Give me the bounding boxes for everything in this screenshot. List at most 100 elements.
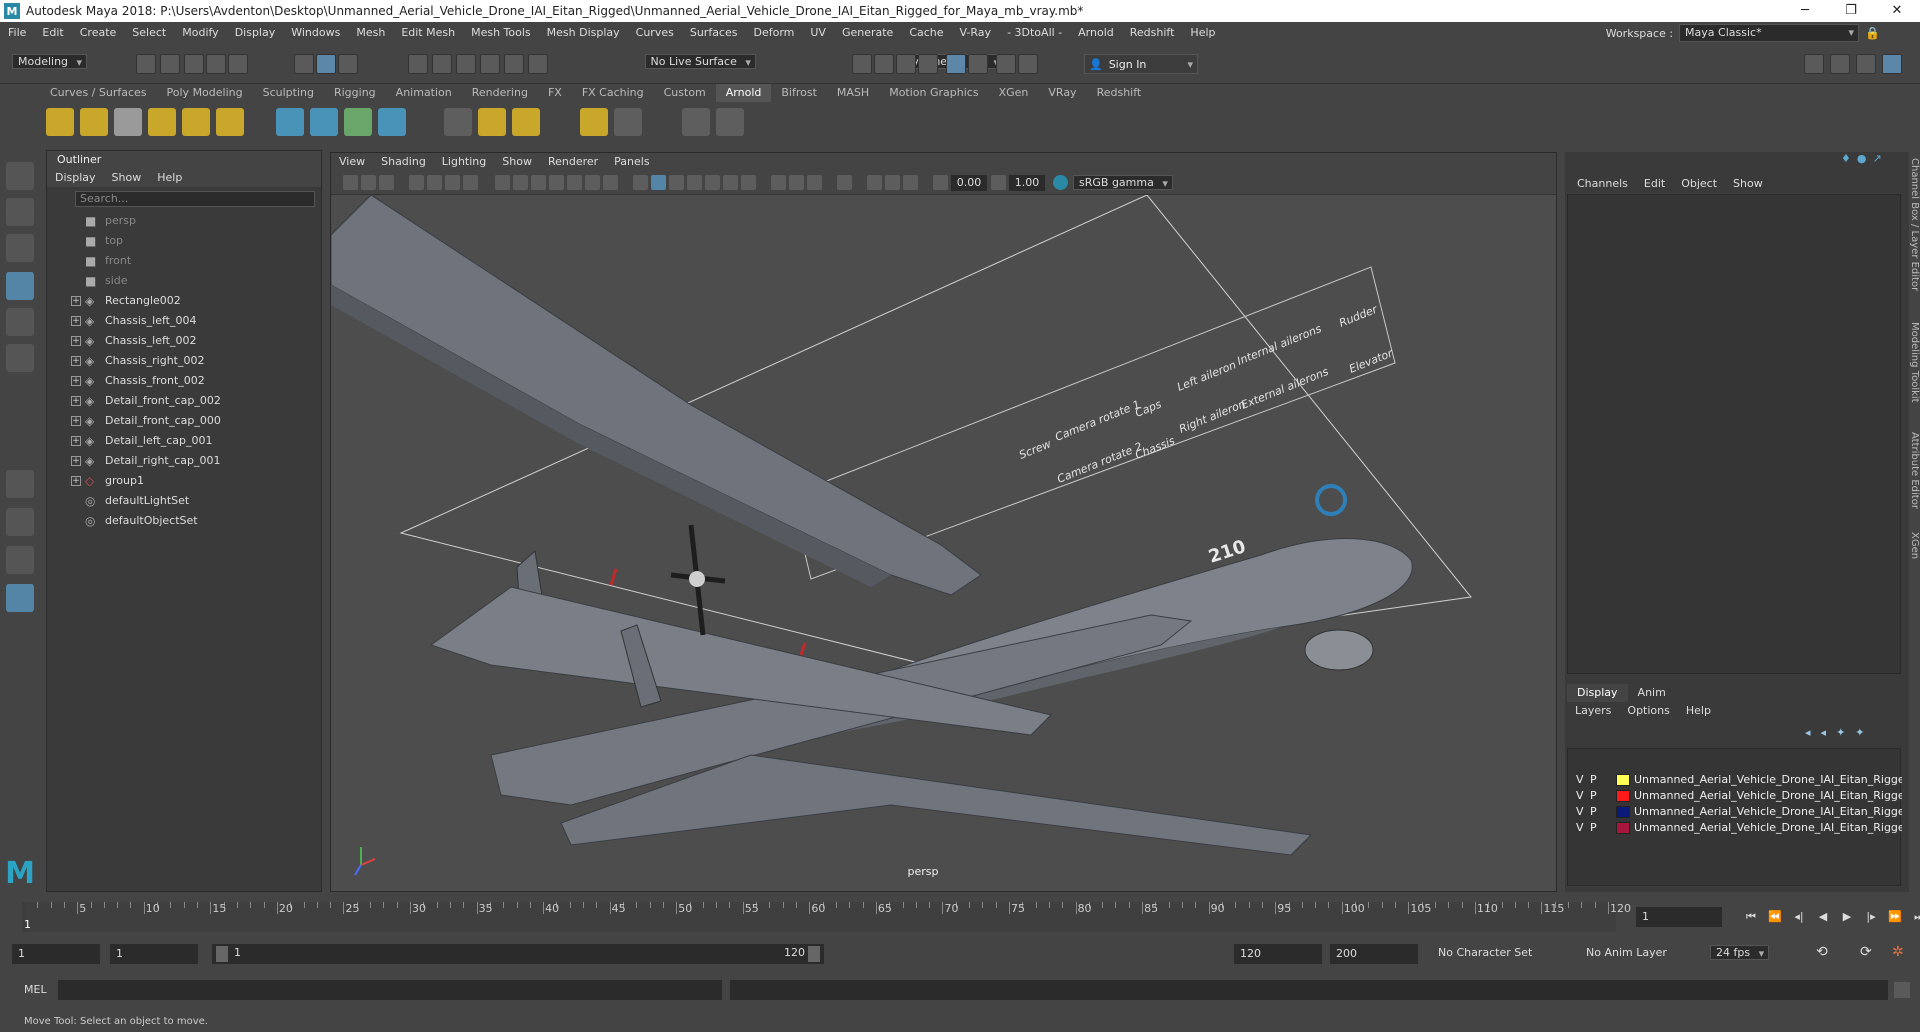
shelf-tab-poly-modeling[interactable]: Poly Modeling xyxy=(157,84,253,102)
shelf-tab-motion-graphics[interactable]: Motion Graphics xyxy=(879,84,988,102)
outliner-item-group1[interactable]: + ◇ group1 xyxy=(47,471,321,491)
outliner-item-detail-left-cap-001[interactable]: + ◈ Detail_left_cap_001 xyxy=(47,431,321,451)
menu-mesh[interactable]: Mesh xyxy=(348,22,393,44)
outliner-menu-display[interactable]: Display xyxy=(47,169,104,187)
layer-color-swatch[interactable] xyxy=(1616,806,1630,818)
shelf-tab-curves-surfaces[interactable]: Curves / Surfaces xyxy=(40,84,157,102)
close-button[interactable]: ✕ xyxy=(1874,0,1920,22)
shelf-tab-xgen[interactable]: XGen xyxy=(989,84,1039,102)
viewport-menu-show[interactable]: Show xyxy=(494,153,540,171)
select-component-icon[interactable] xyxy=(338,54,358,74)
snap-history-icon[interactable] xyxy=(528,54,548,74)
outliner-item-front[interactable]: ■ front xyxy=(47,251,321,271)
create-volume-icon[interactable] xyxy=(378,108,406,136)
save-scene-icon[interactable] xyxy=(184,54,204,74)
select-object-icon[interactable] xyxy=(316,54,336,74)
pause-icon[interactable] xyxy=(1018,54,1038,74)
toggle-channel-box-icon[interactable] xyxy=(1882,54,1902,74)
tab-display[interactable]: Display xyxy=(1567,684,1628,702)
safe-action-icon[interactable] xyxy=(585,175,600,190)
move-layer-down-icon[interactable]: ◂ xyxy=(1821,726,1827,740)
anim-prefs-icon[interactable]: ✲ xyxy=(1892,944,1904,960)
layer-menu-options[interactable]: Options xyxy=(1619,702,1677,720)
shelf-tab-vray[interactable]: VRay xyxy=(1038,84,1086,102)
grid-icon[interactable] xyxy=(495,175,510,190)
outliner-item-chassis-left-004[interactable]: + ◈ Chassis_left_004 xyxy=(47,311,321,331)
render-view-eye-icon[interactable] xyxy=(682,108,710,136)
menu-edit-mesh[interactable]: Edit Mesh xyxy=(393,22,463,44)
view-transform-dropdown[interactable]: sRGB gamma xyxy=(1073,175,1173,190)
skydome-light-icon[interactable] xyxy=(148,108,176,136)
render-frame-icon[interactable] xyxy=(874,54,894,74)
layer-menu-layers[interactable]: Layers xyxy=(1567,702,1619,720)
two-view-layout-icon[interactable] xyxy=(6,546,34,574)
flush-all-icon[interactable] xyxy=(512,108,540,136)
viewport-menu-renderer[interactable]: Renderer xyxy=(540,153,606,171)
paint-select-tool-icon[interactable] xyxy=(6,234,34,262)
menu-display[interactable]: Display xyxy=(227,22,284,44)
expand-icon[interactable]: + xyxy=(71,336,81,346)
live-surface-field[interactable]: No Live Surface xyxy=(644,54,756,69)
play-forwards-icon[interactable]: ▶ xyxy=(1836,908,1858,926)
outliner-search-input[interactable]: Search... xyxy=(75,191,315,207)
side-tab-channel-box[interactable]: Channel Box / Layer Editor xyxy=(1909,158,1920,291)
select-tool-icon[interactable] xyxy=(6,162,34,190)
four-view-layout-icon[interactable] xyxy=(6,508,34,536)
viewport-menu-view[interactable]: View xyxy=(331,153,373,171)
expand-icon[interactable]: + xyxy=(71,456,81,466)
scale-tool-icon[interactable] xyxy=(6,344,34,372)
expand-icon[interactable]: + xyxy=(71,436,81,446)
motion-blur-icon[interactable] xyxy=(789,175,804,190)
menu-cache[interactable]: Cache xyxy=(901,22,951,44)
display-layer-row[interactable]: V P Unmanned_Aerial_Vehicle_Drone_IAI_Eita… xyxy=(1572,819,1902,837)
bookmarks-icon[interactable] xyxy=(409,175,424,190)
anim-layer-dropdown[interactable]: No Anim Layer xyxy=(1586,946,1667,959)
menu-mesh-tools[interactable]: Mesh Tools xyxy=(463,22,539,44)
fps-dropdown[interactable]: 24 fps xyxy=(1710,945,1770,960)
animation-start-field[interactable]: 1 xyxy=(12,944,100,964)
shelf-tab-redshift[interactable]: Redshift xyxy=(1087,84,1152,102)
create-curve-collector-icon[interactable] xyxy=(344,108,372,136)
photometric-light-icon[interactable] xyxy=(114,108,142,136)
open-scene-icon[interactable] xyxy=(160,54,180,74)
time-slider[interactable]: 5 10 15 20 25 30 35 40 45 50 55 60 65 70 75 80 85 90 95 100… xyxy=(0,902,1920,932)
outliner-item-chassis-right-002[interactable]: + ◈ Chassis_right_002 xyxy=(47,351,321,371)
menu-generate[interactable]: Generate xyxy=(834,22,901,44)
move-layer-up-icon[interactable]: ◂ xyxy=(1805,726,1811,740)
shelf-tab-rigging[interactable]: Rigging xyxy=(324,84,386,102)
outliner-layout-icon[interactable] xyxy=(6,584,34,612)
side-tab-modeling-toolkit[interactable]: Modeling Toolkit xyxy=(1909,322,1920,403)
character-set-dropdown[interactable]: No Character Set xyxy=(1438,946,1532,959)
create-standin-icon[interactable] xyxy=(276,108,304,136)
layer-color-swatch[interactable] xyxy=(1616,822,1630,834)
menu-surfaces[interactable]: Surfaces xyxy=(682,22,746,44)
snap-view-icon[interactable] xyxy=(480,54,500,74)
viewport-menu-lighting[interactable]: Lighting xyxy=(434,153,494,171)
render-settings-icon[interactable] xyxy=(852,54,872,74)
channel-box-menu-object[interactable]: Object xyxy=(1673,172,1725,194)
animation-end-field[interactable]: 200 xyxy=(1330,944,1418,964)
loop-icon[interactable]: ⟲ xyxy=(1816,944,1828,960)
snap-live-icon[interactable] xyxy=(504,54,524,74)
shelf-tab-animation[interactable]: Animation xyxy=(386,84,462,102)
shelf-tab-fx-caching[interactable]: FX Caching xyxy=(572,84,654,102)
color-management-icon[interactable] xyxy=(1053,175,1068,190)
time-ruler[interactable]: 5 10 15 20 25 30 35 40 45 50 55 60 65 70 75 80 85 90 95 100… xyxy=(22,902,1631,932)
single-view-layout-icon[interactable] xyxy=(6,470,34,498)
expand-icon[interactable]: + xyxy=(71,416,81,426)
export-standin-icon[interactable] xyxy=(310,108,338,136)
channel-box-menu-channels[interactable]: Channels xyxy=(1569,172,1636,194)
layer-color-swatch[interactable] xyxy=(1616,774,1630,786)
step-forward-key-icon[interactable]: ⏩ xyxy=(1884,908,1906,926)
shelf-tab-fx[interactable]: FX xyxy=(538,84,572,102)
viewport-menu-panels[interactable]: Panels xyxy=(606,153,657,171)
arnold-render-view-icon[interactable] xyxy=(946,54,966,74)
current-frame-field[interactable]: 1 xyxy=(1636,907,1722,927)
menu-vray[interactable]: V-Ray xyxy=(952,22,1000,44)
outliner-item-chassis-front-002[interactable]: + ◈ Chassis_front_002 xyxy=(47,371,321,391)
menu-set-dropdown[interactable]: Modeling xyxy=(12,54,88,69)
expand-icon[interactable]: + xyxy=(71,376,81,386)
shelf-tab-bifrost[interactable]: Bifrost xyxy=(771,84,827,102)
shelf-tab-sculpting[interactable]: Sculpting xyxy=(253,84,324,102)
default-material-icon[interactable] xyxy=(669,175,684,190)
